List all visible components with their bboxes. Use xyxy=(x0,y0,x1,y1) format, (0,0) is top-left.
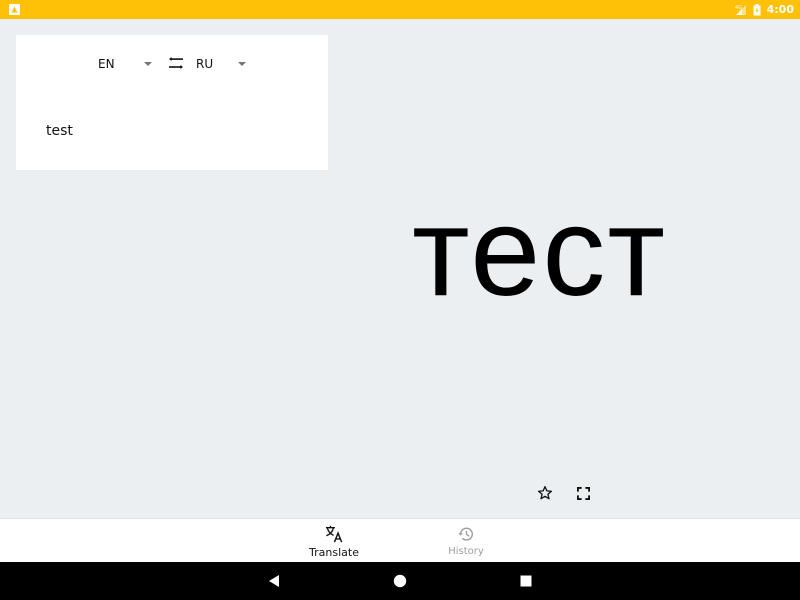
translation-text: тест xyxy=(412,181,668,322)
star-outline-icon xyxy=(537,486,553,500)
recents-button[interactable] xyxy=(516,571,536,591)
swap-horiz-icon xyxy=(169,57,183,69)
signal-icon: 4G xyxy=(735,4,747,16)
back-button[interactable] xyxy=(264,571,284,591)
target-language-label: RU xyxy=(196,57,214,71)
status-right: 4G 4:00 xyxy=(735,3,794,16)
battery-icon xyxy=(753,3,761,16)
swap-languages-button[interactable] xyxy=(166,54,186,72)
status-time: 4:00 xyxy=(766,3,794,16)
nav-history-label: History xyxy=(448,546,484,557)
fullscreen-icon xyxy=(576,486,590,500)
translation-output-area: тест xyxy=(328,19,800,519)
nav-history[interactable]: History xyxy=(421,519,511,563)
status-bar: 4G 4:00 xyxy=(0,0,800,19)
target-language-dropdown[interactable]: RU xyxy=(196,53,252,75)
status-left xyxy=(9,4,20,15)
app-notification-icon xyxy=(9,4,20,15)
back-icon xyxy=(269,575,279,587)
favorite-button[interactable] xyxy=(533,481,557,505)
history-icon xyxy=(457,525,475,543)
translate-icon xyxy=(325,525,343,543)
source-text-input[interactable]: test xyxy=(46,123,73,139)
language-selector-row: EN RU xyxy=(16,35,328,91)
fullscreen-button[interactable] xyxy=(571,481,595,505)
home-icon xyxy=(393,574,407,588)
system-navigation-bar xyxy=(0,562,800,600)
source-language-label: EN xyxy=(98,57,115,71)
source-language-dropdown[interactable]: EN xyxy=(98,53,154,75)
input-card: EN RU test xyxy=(16,35,328,170)
recents-icon xyxy=(520,575,532,587)
arrow-drop-down-icon xyxy=(144,62,152,66)
arrow-drop-down-icon xyxy=(238,62,246,66)
home-button[interactable] xyxy=(390,571,410,591)
svg-text:4G: 4G xyxy=(735,5,742,11)
nav-translate-label: Translate xyxy=(309,546,359,559)
bottom-navigation: Translate History xyxy=(0,518,800,562)
nav-translate[interactable]: Translate xyxy=(289,519,379,563)
